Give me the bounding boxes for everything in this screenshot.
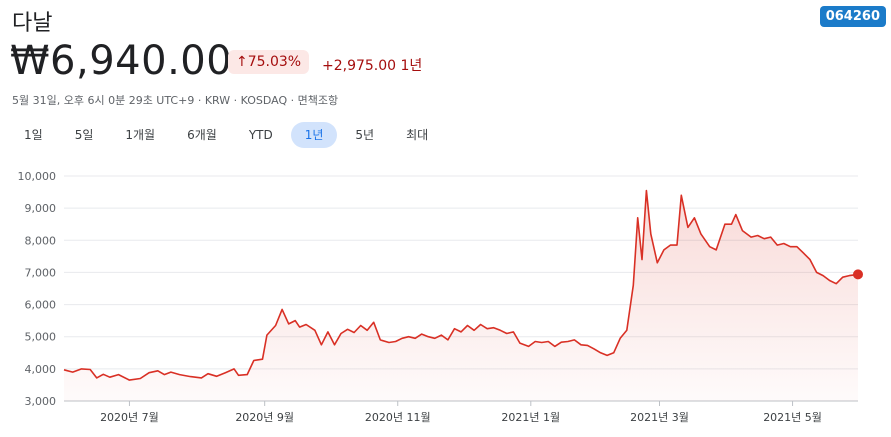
y-tick-label: 7,000 [25,266,57,279]
tab-max[interactable]: 최대 [392,122,442,148]
y-axis: 3,000 4,000 5,000 6,000 7,000 8,000 9,000 10,00… [18,170,57,408]
last-price-dot [853,269,863,280]
y-tick-label: 6,000 [25,299,57,312]
price-chart[interactable]: 3,000 4,000 5,000 6,000 7,000 8,000 9,000 10,00… [0,160,891,437]
y-tick-label: 5,000 [25,331,57,344]
y-tick-label: 8,000 [25,234,57,247]
x-tick-label: 2020년 9월 [235,411,294,424]
x-tick-label: 2020년 11월 [365,411,431,424]
x-tick-label: 2021년 5월 [763,411,822,424]
tab-5d[interactable]: 5일 [61,122,108,148]
x-axis: 2020년 7월 2020년 9월 2020년 11월 2021년 1월 2021년 3… [100,401,822,424]
tab-1d[interactable]: 1일 [10,122,57,148]
tab-6m[interactable]: 6개월 [173,122,231,148]
quote-meta: 5월 31일, 오후 6시 0분 29초 UTC+9 · KRW · KOSDA… [12,94,339,107]
x-tick-label: 2021년 3월 [630,411,689,424]
change-absolute: +2,975.00 1년 [322,58,423,74]
ticker-badge[interactable]: 064260 [819,6,886,27]
range-tabs: 1일 5일 1개월 6개월 YTD 1년 5년 최대 [10,122,446,150]
tab-ytd[interactable]: YTD [235,122,287,148]
current-price: ₩6,940.00 [10,38,233,84]
x-tick-label: 2021년 1월 [501,411,560,424]
tab-1y[interactable]: 1년 [290,122,338,148]
tab-5y[interactable]: 5년 [341,122,388,148]
change-percent: ↑75.03% [236,54,302,70]
company-name: 다날 [12,11,53,36]
change-percent-badge: ↑75.03% [228,50,310,74]
tab-1m[interactable]: 1개월 [111,122,169,148]
y-tick-label: 10,000 [18,170,57,183]
y-tick-label: 3,000 [25,395,57,408]
x-tick-label: 2020년 7월 [100,411,159,424]
y-tick-label: 4,000 [25,363,57,376]
y-tick-label: 9,000 [25,202,57,215]
